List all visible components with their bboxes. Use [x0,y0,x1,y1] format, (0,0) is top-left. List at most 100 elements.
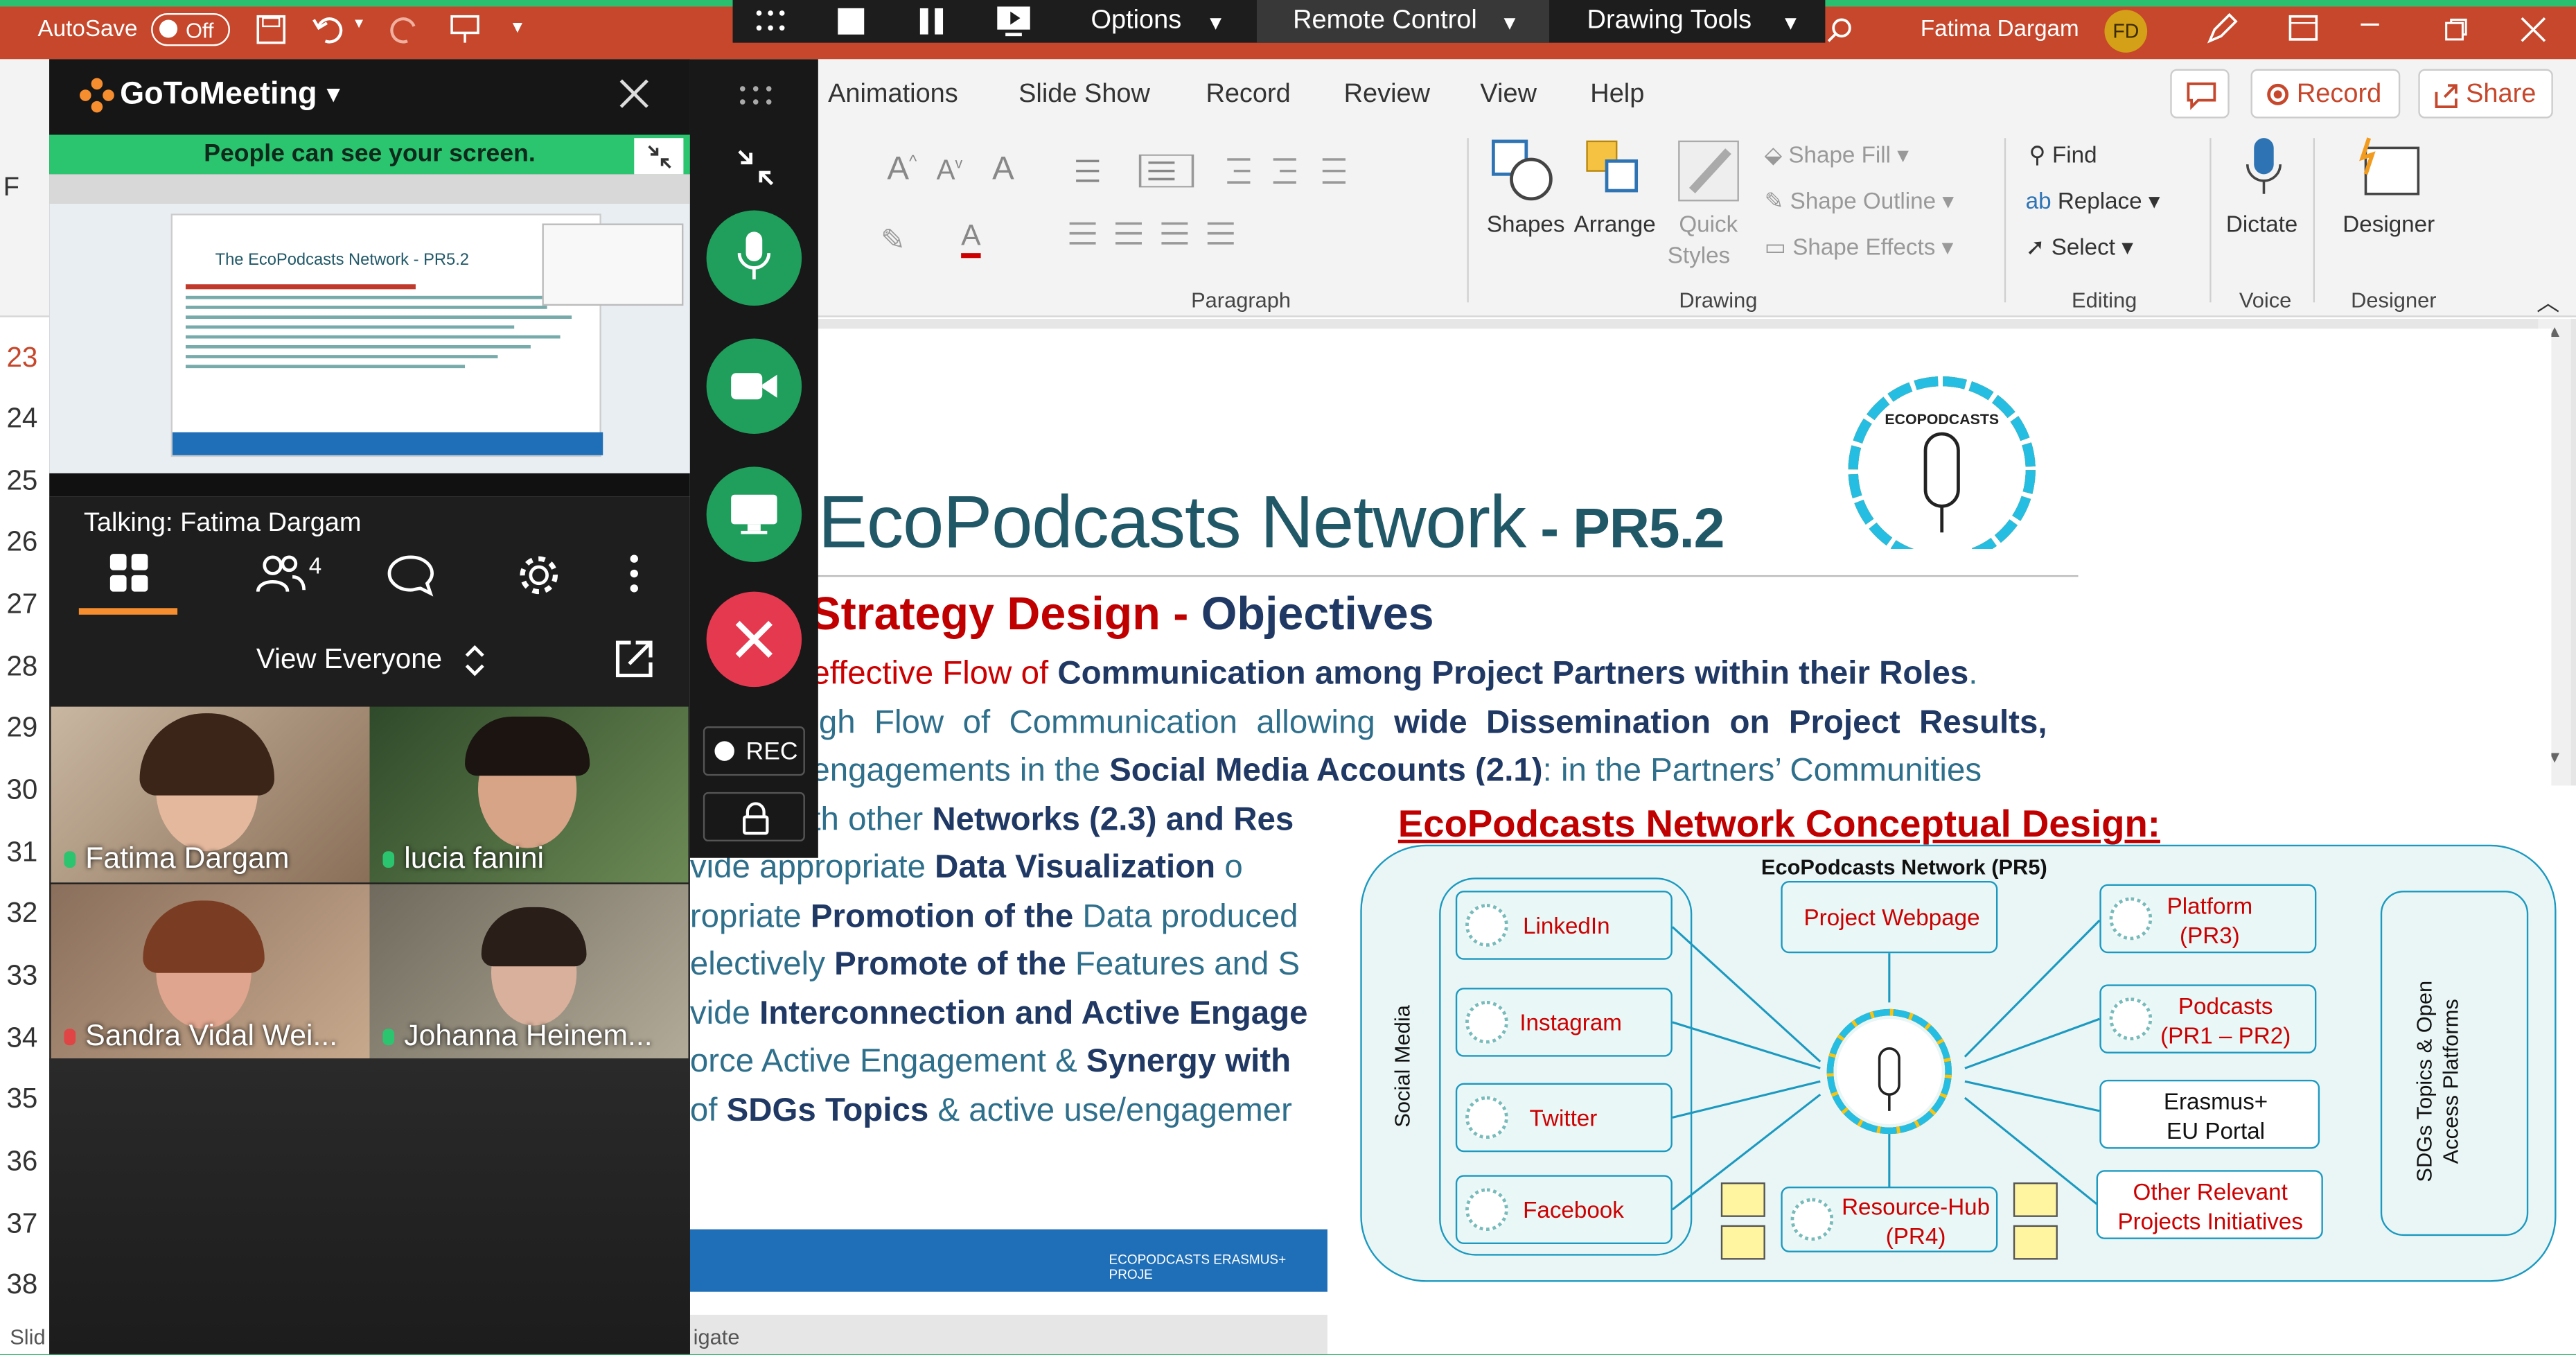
arrange-icon[interactable] [1584,138,1650,204]
align-icons[interactable] [1066,220,1411,250]
shrink-font-icon[interactable]: Av [937,155,963,187]
undo-icon[interactable] [312,15,345,44]
select-button[interactable]: ➚ Select ▾ [2026,234,2133,261]
popout-icon[interactable] [612,638,655,681]
search-icon[interactable] [1827,17,1853,43]
shapes-icon[interactable] [1490,138,1556,204]
chat-icon[interactable] [386,552,435,598]
participant-tile[interactable]: Johanna Heinem... [369,884,689,1060]
participant-tile[interactable]: lucia fanini [369,706,689,883]
chevron-down-icon[interactable]: ▼ [322,80,345,107]
shape-fill-button[interactable]: ⬙ Shape Fill ▾ [1765,141,1909,169]
collapse-ribbon-icon[interactable]: ︿ [2537,286,2559,319]
ecopodcasts-hub-logo [1826,1008,1952,1135]
shape-outline-button[interactable]: ✎ Shape Outline ▾ [1765,187,1954,215]
share-screen-button[interactable] [706,466,802,562]
indent-icons[interactable] [1224,155,1372,187]
microphone-icon[interactable] [2244,134,2284,200]
podcasts-box: Podcasts (PR1 – PR2) [2099,984,2317,1054]
chevron-down-icon[interactable]: ▼ [1206,12,1225,35]
row-number: 35 [6,1083,38,1114]
thumb-title: The EcoPodcasts Network - PR5.2 [215,251,470,270]
arrange-button[interactable]: Arrange [1574,211,1656,237]
autosave-label: AutoSave [37,15,138,42]
dictate-button[interactable]: Dictate [2226,211,2297,237]
save-icon[interactable] [256,15,286,44]
grow-font-icon[interactable]: A^ [887,151,917,189]
row-number: 32 [6,897,38,929]
gotomeeting-title[interactable]: GoToMeeting [120,77,317,113]
collapse-banner-button[interactable] [634,138,684,175]
tab-review[interactable]: Review [1344,80,1430,110]
tab-record[interactable]: Record [1206,80,1290,110]
shapes-button[interactable]: Shapes [1487,211,1565,237]
tab-animations[interactable]: Animations [828,80,958,110]
drag-handle-icon[interactable] [739,85,772,105]
tab-help[interactable]: Help [1590,80,1644,110]
more-options-icon[interactable] [626,552,642,595]
tab-slide-show[interactable]: Slide Show [1018,80,1150,110]
quick-styles-icon[interactable] [1676,138,1742,204]
ribbon-display-icon[interactable] [2288,15,2318,41]
share-button[interactable]: Share [2418,69,2553,119]
close-icon[interactable] [2520,17,2546,43]
grid-handle-icon[interactable] [756,10,786,33]
participant-tile[interactable]: Sandra Vidal Wei... [51,884,370,1060]
record-button[interactable]: Record [2250,69,2401,119]
replace-icon: ab [2025,187,2052,214]
participant-tile[interactable]: Fatima Dargam [51,706,370,883]
camera-button[interactable] [706,338,802,434]
view-selector[interactable]: View Everyone [256,642,486,679]
row-number: 27 [6,588,38,620]
customize-toolbar-icon[interactable]: ▾ [513,15,522,37]
avatar[interactable]: FD [2104,10,2148,53]
tab-view[interactable]: View [1480,80,1537,110]
row-number: 24 [6,402,38,434]
designer-icon[interactable] [2356,134,2421,200]
shape-effects-button[interactable]: ▭ Shape Effects ▾ [1765,234,1954,261]
microphone-button[interactable] [706,210,802,306]
replace-button[interactable]: ab Replace ▾ [2026,187,2160,215]
quick-styles-button[interactable]: Quick [1679,211,1738,237]
lock-meeting-button[interactable] [703,792,805,842]
minimize-arrows-icon[interactable] [736,148,775,187]
minimize-icon[interactable]: – [2361,5,2379,43]
twitter-box: Twitter [1455,1083,1673,1153]
font-color-icon[interactable]: A [961,218,981,259]
undo-dropdown-icon[interactable]: ▾ [355,15,363,33]
gotomeeting-header: GoToMeeting ▼ [49,59,690,135]
screen-icon[interactable] [996,5,1032,37]
remote-control-menu[interactable]: Remote Control ▼ [1256,0,1550,43]
row-number: 30 [6,773,38,805]
settings-gear-icon[interactable] [516,552,562,598]
documents-icon [2013,1182,2058,1260]
minimize-arrows-icon [648,145,671,169]
grid-view-icon[interactable] [108,552,151,595]
record-toggle[interactable]: REC [703,726,805,776]
drawing-tools-menu[interactable]: Drawing Tools [1587,6,1752,36]
designer-group-label: Designer [2351,287,2437,313]
restore-icon[interactable] [2444,18,2467,41]
project-webpage-box: Project Webpage [1781,880,1998,954]
close-icon[interactable] [619,79,649,109]
list-icons[interactable] [1066,154,1247,188]
drawing-group-label: Drawing [1679,287,1758,313]
stop-icon[interactable] [838,8,865,35]
present-icon[interactable] [448,13,481,46]
leave-meeting-button[interactable] [706,591,802,688]
designer-button[interactable]: Designer [2343,211,2435,237]
lock-icon [743,802,769,835]
status-navigate-label: igate [693,1325,740,1349]
chevron-down-icon[interactable]: ▼ [1781,12,1800,35]
pen-icon[interactable] [2205,12,2238,46]
attendees-icon[interactable] [256,552,306,595]
comments-button[interactable] [2170,69,2230,119]
autosave-toggle[interactable]: Off [151,12,230,46]
options-menu[interactable]: Options [1091,6,1181,36]
redo-icon[interactable] [388,15,421,44]
chevron-updown-icon [465,645,484,676]
find-button[interactable]: ⚲ Find [2029,141,2097,169]
highlight-icon[interactable]: ✎ [881,223,906,258]
clear-format-icon[interactable]: A [992,151,1014,189]
pause-icon[interactable] [918,8,944,35]
